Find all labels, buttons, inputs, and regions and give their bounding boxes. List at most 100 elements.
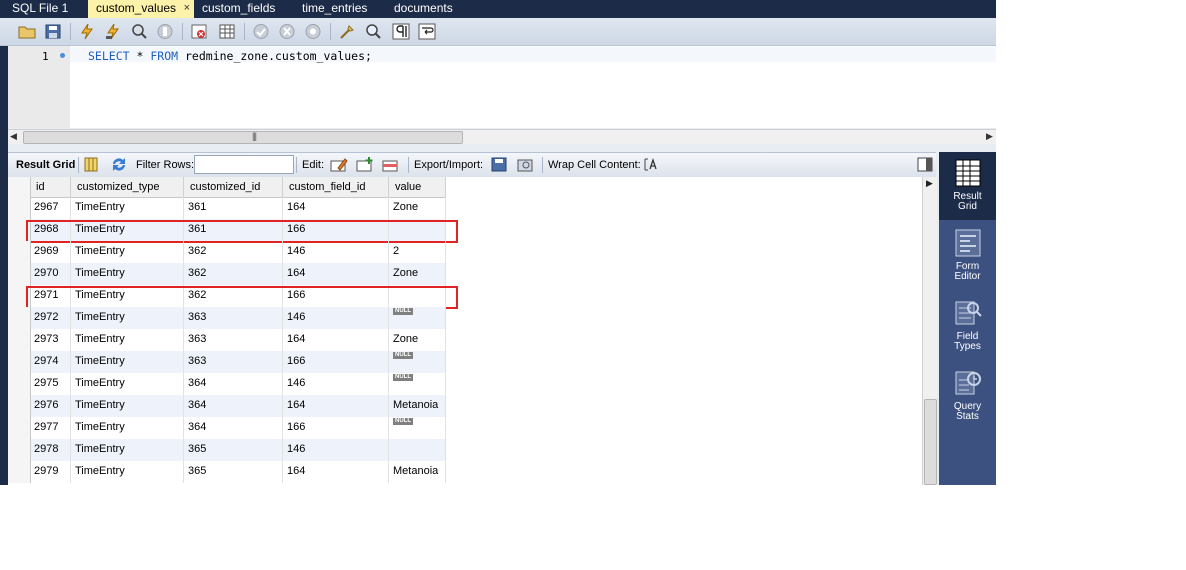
scroll-right-arrow-icon[interactable]: ▶ bbox=[986, 131, 993, 142]
sidebar-result-grid[interactable]: Result Grid bbox=[939, 152, 996, 220]
cell-id[interactable]: 2970 bbox=[30, 263, 71, 285]
row-marker[interactable] bbox=[8, 241, 31, 263]
table-row[interactable]: 2974 TimeEntry 363 166 NULL bbox=[8, 351, 446, 373]
scroll-left-arrow-icon[interactable]: ◀ bbox=[10, 131, 17, 142]
row-marker[interactable] bbox=[8, 351, 31, 373]
cell-customized-type[interactable]: TimeEntry bbox=[71, 307, 184, 329]
open-folder-icon[interactable] bbox=[18, 23, 36, 40]
cell-value[interactable]: NULL bbox=[389, 307, 446, 329]
cell-value[interactable]: Metanoia bbox=[389, 461, 446, 483]
cell-id[interactable]: 2978 bbox=[30, 439, 71, 461]
tab-sql-file-1[interactable]: SQL File 1 bbox=[12, 0, 90, 18]
table-row[interactable]: 2972 TimeEntry 363 146 NULL bbox=[8, 307, 446, 329]
scroll-thumb[interactable] bbox=[924, 399, 937, 485]
row-marker[interactable] bbox=[8, 263, 31, 285]
row-marker[interactable] bbox=[8, 417, 31, 439]
cell-customized-id[interactable]: 363 bbox=[184, 351, 283, 373]
cell-value[interactable]: Zone bbox=[389, 197, 446, 219]
edit-row-icon[interactable] bbox=[330, 156, 348, 173]
cell-custom-field-id[interactable]: 164 bbox=[283, 197, 389, 219]
row-marker[interactable] bbox=[8, 329, 31, 351]
cell-customized-type[interactable]: TimeEntry bbox=[71, 395, 184, 417]
cell-customized-id[interactable]: 361 bbox=[184, 197, 283, 219]
column-header-value[interactable]: value bbox=[389, 177, 446, 197]
filter-rows-input[interactable] bbox=[194, 155, 294, 174]
row-marker[interactable] bbox=[8, 373, 31, 395]
collapse-sidebar-arrow-icon[interactable]: ▶ bbox=[926, 178, 933, 189]
cell-customized-id[interactable]: 365 bbox=[184, 461, 283, 483]
column-layout-icon[interactable] bbox=[82, 156, 100, 173]
sidebar-query-stats[interactable]: Query Stats bbox=[939, 362, 996, 430]
row-marker[interactable] bbox=[8, 439, 31, 461]
stop-icon[interactable] bbox=[156, 23, 174, 40]
cell-value[interactable]: Zone bbox=[389, 263, 446, 285]
column-header-custom-field-id[interactable]: custom_field_id bbox=[283, 177, 389, 197]
cell-customized-id[interactable]: 364 bbox=[184, 395, 283, 417]
cell-value[interactable]: 2 bbox=[389, 241, 446, 263]
execute-icon[interactable] bbox=[78, 23, 96, 40]
table-row[interactable]: 2967 TimeEntry 361 164 Zone bbox=[8, 197, 446, 219]
cell-customized-id[interactable]: 364 bbox=[184, 373, 283, 395]
sql-editor[interactable]: 1 SELECT * FROM redmine_zone.custom_valu… bbox=[8, 46, 996, 128]
row-marker[interactable] bbox=[8, 197, 31, 219]
cell-value[interactable]: NULL bbox=[389, 351, 446, 373]
column-header-customized-id[interactable]: customized_id bbox=[184, 177, 283, 197]
sql-statement[interactable]: SELECT * FROM redmine_zone.custom_values… bbox=[88, 49, 372, 63]
table-row[interactable]: 2969 TimeEntry 362 146 2 bbox=[8, 241, 446, 263]
cell-custom-field-id[interactable]: 164 bbox=[283, 263, 389, 285]
cell-customized-type[interactable]: TimeEntry bbox=[71, 373, 184, 395]
find-icon[interactable] bbox=[364, 23, 382, 40]
cell-custom-field-id[interactable]: 164 bbox=[283, 395, 389, 417]
cell-custom-field-id[interactable]: 166 bbox=[283, 351, 389, 373]
table-row[interactable]: 2977 TimeEntry 364 166 NULL bbox=[8, 417, 446, 439]
wrap-cell-toggle-icon[interactable] bbox=[642, 156, 660, 173]
delete-row-icon[interactable] bbox=[382, 156, 400, 173]
column-header-id[interactable]: id bbox=[30, 177, 71, 197]
cell-value[interactable] bbox=[389, 439, 446, 461]
export-icon[interactable] bbox=[490, 156, 508, 173]
tab-custom-fields[interactable]: custom_fields bbox=[202, 0, 292, 18]
cell-id[interactable]: 2975 bbox=[30, 373, 71, 395]
cell-customized-type[interactable]: TimeEntry bbox=[71, 439, 184, 461]
toggle-error-icon[interactable] bbox=[190, 23, 208, 40]
cell-customized-type[interactable]: TimeEntry bbox=[71, 197, 184, 219]
result-grid[interactable]: id customized_type customized_id custom_… bbox=[8, 177, 922, 485]
commit-icon[interactable] bbox=[252, 23, 270, 40]
cell-custom-field-id[interactable]: 164 bbox=[283, 461, 389, 483]
cell-id[interactable]: 2967 bbox=[30, 197, 71, 219]
cell-custom-field-id[interactable]: 146 bbox=[283, 307, 389, 329]
beautify-icon[interactable] bbox=[338, 23, 356, 40]
cell-customized-id[interactable]: 365 bbox=[184, 439, 283, 461]
cell-customized-id[interactable]: 362 bbox=[184, 263, 283, 285]
cell-id[interactable]: 2979 bbox=[30, 461, 71, 483]
cell-id[interactable]: 2973 bbox=[30, 329, 71, 351]
cell-custom-field-id[interactable]: 146 bbox=[283, 373, 389, 395]
grid-vertical-scrollbar[interactable] bbox=[922, 177, 937, 485]
cell-value[interactable]: NULL bbox=[389, 417, 446, 439]
tab-time-entries[interactable]: time_entries bbox=[302, 0, 382, 18]
table-row[interactable]: 2976 TimeEntry 364 164 Metanoia bbox=[8, 395, 446, 417]
cell-id[interactable]: 2974 bbox=[30, 351, 71, 373]
import-icon[interactable] bbox=[516, 156, 534, 173]
table-row[interactable]: 2975 TimeEntry 364 146 NULL bbox=[8, 373, 446, 395]
cell-customized-type[interactable]: TimeEntry bbox=[71, 417, 184, 439]
invisible-chars-icon[interactable] bbox=[392, 23, 410, 40]
cell-customized-type[interactable]: TimeEntry bbox=[71, 263, 184, 285]
cell-customized-id[interactable]: 364 bbox=[184, 417, 283, 439]
row-marker[interactable] bbox=[8, 395, 31, 417]
table-row[interactable]: 2970 TimeEntry 362 164 Zone bbox=[8, 263, 446, 285]
cell-id[interactable]: 2972 bbox=[30, 307, 71, 329]
table-row[interactable]: 2973 TimeEntry 363 164 Zone bbox=[8, 329, 446, 351]
sidebar-form-editor[interactable]: Form Editor bbox=[939, 222, 996, 290]
column-header-customized-type[interactable]: customized_type bbox=[71, 177, 184, 197]
execute-current-icon[interactable] bbox=[104, 23, 122, 40]
editor-horizontal-scrollbar[interactable]: ◀ ||| ▶ bbox=[8, 129, 996, 144]
table-row[interactable]: 2978 TimeEntry 365 146 bbox=[8, 439, 446, 461]
cell-value[interactable]: Metanoia bbox=[389, 395, 446, 417]
autocommit-icon[interactable] bbox=[304, 23, 322, 40]
row-marker[interactable] bbox=[8, 307, 31, 329]
cell-customized-type[interactable]: TimeEntry bbox=[71, 329, 184, 351]
refresh-icon[interactable] bbox=[110, 156, 128, 173]
cell-id[interactable]: 2969 bbox=[30, 241, 71, 263]
cell-customized-type[interactable]: TimeEntry bbox=[71, 351, 184, 373]
